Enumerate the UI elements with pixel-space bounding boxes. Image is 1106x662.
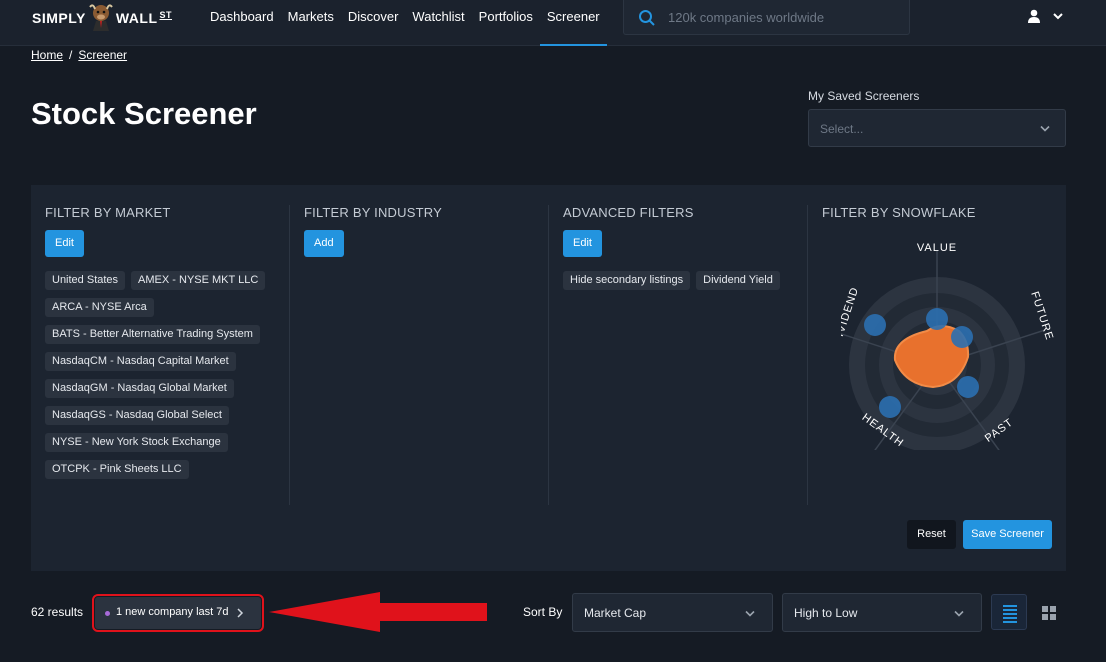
sort-order-select[interactable]: High to Low xyxy=(782,593,982,632)
advanced-tag[interactable]: Hide secondary listings xyxy=(563,271,691,290)
chevron-down-icon xyxy=(1040,125,1050,132)
search-input[interactable] xyxy=(668,8,888,26)
new-dot-icon xyxy=(105,611,110,616)
snowflake-axis-value: VALUE xyxy=(917,242,957,254)
list-view-button[interactable] xyxy=(991,594,1027,630)
market-tag[interactable]: ARCA - NYSE Arca xyxy=(45,298,154,317)
filter-market-title: FILTER BY MARKET xyxy=(45,205,171,220)
nav-screener[interactable]: Screener xyxy=(539,0,607,46)
nav-portfolios[interactable]: Portfolios xyxy=(472,0,540,46)
bull-mascot-icon xyxy=(89,4,113,31)
save-screener-button[interactable]: Save Screener xyxy=(963,520,1052,549)
nav-watchlist[interactable]: Watchlist xyxy=(405,0,471,46)
column-divider xyxy=(807,205,808,505)
filter-panel: FILTER BY MARKET Edit United States AMEX… xyxy=(31,185,1066,571)
nav-links: Dashboard Markets Discover Watchlist Por… xyxy=(203,0,607,46)
market-tag[interactable]: NasdaqGM - Nasdaq Global Market xyxy=(45,379,234,398)
new-company-text: 1 new company last 7d xyxy=(116,606,229,618)
chevron-down-icon xyxy=(954,610,964,617)
user-icon[interactable] xyxy=(1027,9,1041,23)
page-title: Stock Screener xyxy=(31,96,257,131)
column-divider xyxy=(289,205,290,505)
nav-markets[interactable]: Markets xyxy=(281,0,341,46)
saved-screeners-placeholder: Select... xyxy=(820,122,864,136)
market-tag[interactable]: OTCPK - Pink Sheets LLC xyxy=(45,460,189,479)
market-tag[interactable]: NYSE - New York Stock Exchange xyxy=(45,433,228,452)
advanced-tags: Hide secondary listings Dividend Yield xyxy=(563,271,793,290)
advanced-filters-title: ADVANCED FILTERS xyxy=(563,205,694,220)
list-view-icon xyxy=(1003,605,1017,623)
chevron-down-icon xyxy=(745,610,755,617)
filter-industry-column: FILTER BY INDUSTRY Add xyxy=(304,205,442,257)
market-tag[interactable]: BATS - Better Alternative Trading System xyxy=(45,325,260,344)
chevron-down-icon[interactable] xyxy=(1052,11,1064,21)
saved-screeners-label: My Saved Screeners xyxy=(808,89,920,103)
brand-name-suffix: ST xyxy=(159,10,173,20)
market-tags: United States AMEX - NYSE MKT LLC ARCA -… xyxy=(45,271,275,479)
advanced-tag[interactable]: Dividend Yield xyxy=(696,271,780,290)
edit-advanced-button[interactable]: Edit xyxy=(563,230,602,257)
filter-market-column: FILTER BY MARKET Edit United States AMEX… xyxy=(45,205,275,479)
top-navbar: SIMPLY WALL ST Dashboard Markets Discove… xyxy=(0,0,1106,46)
brand-logo[interactable]: SIMPLY WALL ST xyxy=(32,0,172,36)
market-tag[interactable]: AMEX - NYSE MKT LLC xyxy=(131,271,266,290)
sort-field-select[interactable]: Market Cap xyxy=(572,593,773,632)
filter-snowflake-title: FILTER BY SNOWFLAKE xyxy=(822,205,976,220)
add-industry-button[interactable]: Add xyxy=(304,230,344,257)
breadcrumb: Home / Screener xyxy=(31,48,127,62)
sort-by-label: Sort By xyxy=(523,605,563,619)
advanced-filters-column: ADVANCED FILTERS Edit Hide secondary lis… xyxy=(563,205,793,290)
brand-name-left: SIMPLY xyxy=(32,10,86,26)
brand-name-right: WALL xyxy=(115,10,158,26)
nav-dashboard[interactable]: Dashboard xyxy=(203,0,281,46)
snowflake-filter-chart[interactable]: VALUE FUTURE PAST HEALTH DIVIDEND xyxy=(841,235,1056,450)
breadcrumb-screener[interactable]: Screener xyxy=(78,48,127,62)
new-company-badge[interactable]: 1 new company last 7d xyxy=(92,594,264,632)
filter-industry-title: FILTER BY INDUSTRY xyxy=(304,205,442,220)
chevron-right-icon xyxy=(237,608,244,618)
filter-snowflake-column: FILTER BY SNOWFLAKE xyxy=(822,205,976,220)
sort-order-value: High to Low xyxy=(794,606,858,620)
saved-screeners-select[interactable]: Select... xyxy=(808,109,1066,147)
market-tag[interactable]: NasdaqCM - Nasdaq Capital Market xyxy=(45,352,236,371)
results-count: 62 results xyxy=(31,605,84,619)
breadcrumb-separator: / xyxy=(69,48,73,62)
market-tag[interactable]: United States xyxy=(45,271,126,290)
column-divider xyxy=(548,205,549,505)
market-tag[interactable]: NasdaqGS - Nasdaq Global Select xyxy=(45,406,229,425)
sort-field-value: Market Cap xyxy=(584,606,647,620)
reset-button[interactable]: Reset xyxy=(907,520,956,549)
edit-market-button[interactable]: Edit xyxy=(45,230,84,257)
nav-discover[interactable]: Discover xyxy=(341,0,406,46)
grid-view-icon[interactable] xyxy=(1041,605,1057,621)
search-box xyxy=(623,0,910,35)
search-icon xyxy=(639,10,655,26)
red-arrow-annotation xyxy=(269,592,487,632)
breadcrumb-home[interactable]: Home xyxy=(31,48,63,62)
